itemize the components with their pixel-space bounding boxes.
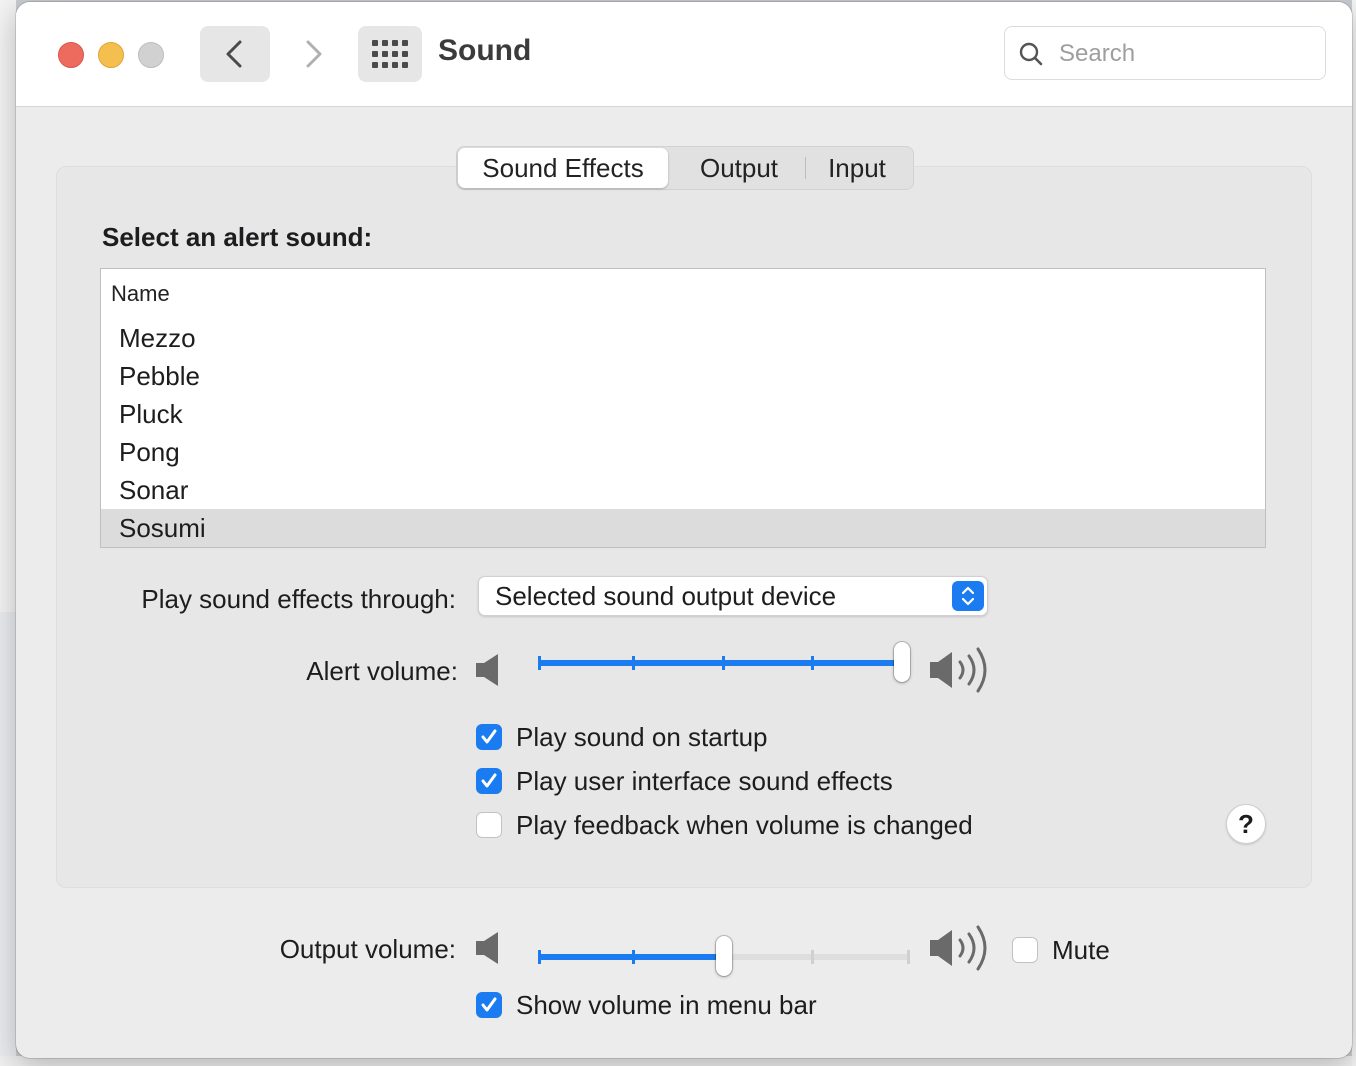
alert-volume-label: Alert volume: <box>306 656 458 686</box>
list-item[interactable]: Sonar <box>101 471 1265 509</box>
list-item[interactable]: Mezzo <box>101 319 1265 357</box>
list-item[interactable]: Pluck <box>101 395 1265 433</box>
alert-volume-fill <box>538 660 902 666</box>
tab-output[interactable]: Output <box>679 147 799 189</box>
checkmark-icon <box>481 997 497 1012</box>
show-volume-menu-bar-checkbox[interactable] <box>476 992 502 1018</box>
help-button[interactable]: ? <box>1226 804 1266 844</box>
grid-icon <box>372 40 408 68</box>
close-window-button[interactable] <box>58 42 84 68</box>
sound-preferences-window: Sound Sound Effects Output Input Select … <box>16 2 1352 1058</box>
checkmark-icon <box>481 729 497 744</box>
minimize-window-button[interactable] <box>98 42 124 68</box>
back-button[interactable] <box>200 26 270 82</box>
mute-checkbox[interactable] <box>1012 937 1038 963</box>
background-band <box>0 612 16 1066</box>
search-field[interactable] <box>1004 26 1326 80</box>
chevron-right-icon <box>306 40 322 68</box>
tab-input[interactable]: Input <box>809 147 905 189</box>
alert-volume-knob[interactable] <box>894 642 910 682</box>
tab-bar: Sound Effects Output Input <box>456 146 914 190</box>
speaker-low-icon <box>476 654 498 686</box>
alert-volume-slider[interactable] <box>538 642 910 682</box>
output-device-popup[interactable]: Selected sound output device <box>478 576 988 616</box>
checkmark-icon <box>481 773 497 788</box>
speaker-low-icon <box>476 932 498 964</box>
alert-sound-heading: Select an alert sound: <box>102 222 373 252</box>
forward-button[interactable] <box>278 26 348 82</box>
play-startup-sound-checkbox[interactable] <box>476 724 502 750</box>
tab-sound-effects[interactable]: Sound Effects <box>458 148 668 188</box>
zoom-window-button[interactable] <box>138 42 164 68</box>
speaker-high-icon <box>930 925 987 971</box>
background-page-right <box>1352 0 1356 1066</box>
play-startup-sound-label[interactable]: Play sound on startup <box>516 722 768 753</box>
play-through-label: Play sound effects through: <box>141 584 456 614</box>
popup-stepper-icon <box>952 581 984 611</box>
list-item-selected[interactable]: Sosumi <box>101 509 1265 547</box>
play-volume-feedback-checkbox[interactable] <box>476 812 502 838</box>
output-volume-slider[interactable] <box>538 936 910 976</box>
window-title: Sound <box>438 34 532 67</box>
play-volume-feedback-label[interactable]: Play feedback when volume is changed <box>516 810 973 841</box>
background-page-left <box>0 0 16 1066</box>
mute-label[interactable]: Mute <box>1052 935 1110 966</box>
show-volume-menu-bar-label[interactable]: Show volume in menu bar <box>516 990 817 1021</box>
output-volume-knob[interactable] <box>716 936 732 976</box>
list-item[interactable]: Pong <box>101 433 1265 471</box>
search-input[interactable] <box>1057 37 1311 71</box>
title-bar: Sound <box>16 2 1352 107</box>
play-ui-sound-effects-checkbox[interactable] <box>476 768 502 794</box>
output-device-value: Selected sound output device <box>495 581 837 611</box>
list-item[interactable]: Pebble <box>101 357 1265 395</box>
chevron-left-icon <box>226 40 242 68</box>
list-column-header-name[interactable]: Name <box>111 281 170 307</box>
speaker-high-icon <box>930 647 987 693</box>
play-ui-sound-effects-label[interactable]: Play user interface sound effects <box>516 766 893 797</box>
show-all-preferences-button[interactable] <box>358 26 422 82</box>
output-volume-fill <box>538 954 724 960</box>
output-volume-label: Output volume: <box>279 934 456 964</box>
tab-separator <box>805 157 806 179</box>
alert-sound-list[interactable]: Name Mezzo Pebble Pluck Pong Sonar Sosum… <box>100 268 1266 548</box>
search-icon <box>1019 42 1043 66</box>
